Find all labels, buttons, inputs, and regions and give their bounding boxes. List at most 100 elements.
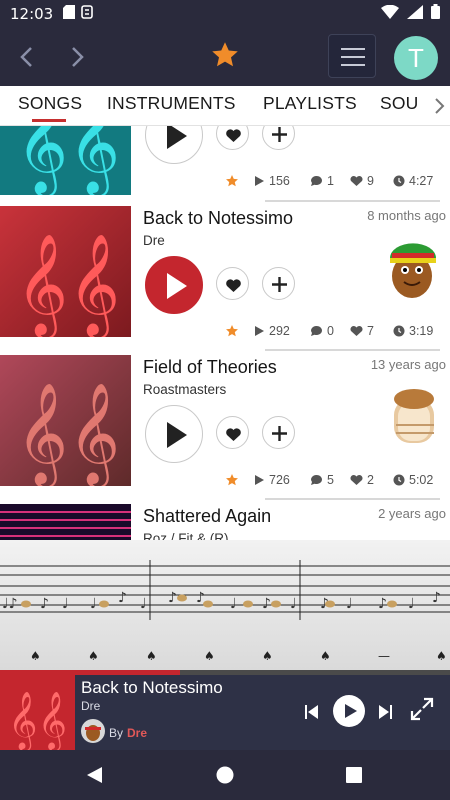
like-button[interactable] — [216, 126, 249, 150]
featured-star-icon — [225, 324, 239, 338]
likes-count: 9 — [350, 174, 374, 188]
list-item[interactable]: 𝄞𝄞 156 1 9 4:27 — [0, 126, 450, 198]
previous-button[interactable] — [300, 701, 322, 728]
heart-icon — [350, 325, 363, 336]
svg-text:♩: ♩ — [408, 596, 415, 612]
play-button[interactable] — [145, 126, 203, 164]
tab-bar: SONGS INSTRUMENTS PLAYLISTS SOU — [0, 86, 450, 126]
plays-count: 726 — [253, 473, 290, 487]
song-title[interactable]: Field of Theories — [143, 357, 277, 378]
menu-button[interactable] — [328, 34, 376, 78]
svg-text:𝄞𝄞: 𝄞𝄞 — [16, 232, 120, 337]
play-icon — [167, 126, 187, 149]
now-playing-cover[interactable]: 𝄞𝄞 — [0, 675, 75, 752]
song-thumbnail[interactable]: 𝄞𝄞 — [0, 206, 131, 337]
add-to-playlist-button[interactable] — [262, 126, 295, 150]
song-artist[interactable]: Roz / Fit & (R) — [143, 531, 229, 540]
fullscreen-icon — [410, 697, 434, 721]
svg-text:♩: ♩ — [62, 596, 69, 612]
system-home-button[interactable] — [215, 765, 235, 790]
svg-text:♠: ♠ — [146, 649, 157, 663]
song-artist[interactable]: Roastmasters — [143, 382, 226, 397]
now-playing-title[interactable]: Back to Notessimo — [81, 678, 223, 698]
duration-value: 5:02 — [409, 473, 434, 487]
chevron-right-icon — [435, 98, 445, 114]
duration: 4:27 — [393, 174, 433, 188]
svg-text:𝄞𝄞: 𝄞𝄞 — [16, 381, 120, 486]
tab-instruments[interactable]: INSTRUMENTS — [107, 93, 236, 114]
plays-value: 156 — [269, 174, 290, 188]
system-recents-button[interactable] — [345, 766, 363, 789]
heart-icon — [226, 279, 241, 292]
svg-text:♠: ♠ — [204, 649, 215, 663]
list-item[interactable]: 𝄞𝄞 Field of Theories 13 years ago Roastm… — [0, 355, 450, 497]
svg-text:♪: ♪ — [118, 590, 127, 606]
uploader-avatar[interactable] — [81, 719, 105, 746]
likes-value: 7 — [367, 324, 374, 338]
divider — [265, 498, 440, 500]
play-pause-button[interactable] — [332, 694, 366, 733]
comments-count: 5 — [310, 473, 334, 487]
svg-text:𝄞𝄞: 𝄞𝄞 — [8, 691, 67, 750]
add-to-playlist-button[interactable] — [262, 416, 295, 449]
svg-text:♩: ♩ — [230, 596, 237, 612]
svg-text:♩: ♩ — [140, 596, 147, 612]
svg-text:♪: ♪ — [432, 590, 441, 606]
tabs-scroll-right-button[interactable] — [428, 86, 450, 125]
tab-sounds[interactable]: SOU — [380, 93, 419, 114]
plus-icon — [272, 127, 287, 142]
expand-player-button[interactable] — [408, 695, 436, 728]
song-date: 2 years ago — [378, 506, 446, 521]
likes-value: 2 — [367, 473, 374, 487]
song-stats: 292 0 7 3:19 — [225, 324, 445, 342]
heart-icon — [350, 175, 363, 186]
svg-text:♪: ♪ — [378, 596, 387, 612]
now-playing-artist[interactable]: Dre — [81, 699, 100, 713]
chevron-left-icon — [20, 47, 32, 67]
svg-text:♩: ♩ — [90, 596, 97, 612]
song-art — [380, 385, 446, 451]
play-button[interactable] — [145, 256, 203, 314]
system-navigation-bar — [0, 750, 450, 800]
song-artist[interactable]: Dre — [143, 233, 165, 248]
tab-songs[interactable]: SONGS — [18, 93, 82, 114]
star-icon — [212, 42, 238, 67]
song-thumbnail[interactable]: 𝄞𝄞 — [0, 355, 131, 486]
comments-value: 1 — [327, 174, 334, 188]
play-count-icon — [255, 326, 264, 336]
plus-icon — [272, 426, 287, 441]
list-item[interactable]: 𝄞𝄞 Back to Notessimo 8 months ago Dre 29… — [0, 206, 450, 348]
back-button[interactable] — [10, 40, 44, 74]
likes-count: 7 — [350, 324, 374, 338]
list-item[interactable]: Shattered Again 2 years ago Roz / Fit & … — [0, 504, 450, 540]
song-thumbnail[interactable]: 𝄞𝄞 — [0, 126, 131, 195]
storage-icon — [81, 4, 94, 24]
svg-text:♩♪: ♩♪ — [2, 596, 18, 612]
tab-playlists[interactable]: PLAYLISTS — [263, 93, 357, 114]
next-button[interactable] — [375, 701, 397, 728]
add-to-playlist-button[interactable] — [262, 267, 295, 300]
play-button[interactable] — [145, 405, 203, 463]
uploader-name[interactable]: Dre — [127, 726, 147, 740]
status-bar: 12:03 — [0, 0, 450, 28]
system-back-button[interactable] — [84, 765, 104, 790]
song-stats: 156 1 9 4:27 — [225, 174, 445, 192]
likes-count: 2 — [350, 473, 374, 487]
favorites-button[interactable] — [210, 40, 240, 70]
song-title[interactable]: Shattered Again — [143, 506, 271, 527]
like-button[interactable] — [216, 267, 249, 300]
plays-value: 292 — [269, 324, 290, 338]
like-button[interactable] — [216, 416, 249, 449]
song-thumbnail[interactable] — [0, 504, 131, 540]
forward-button[interactable] — [60, 40, 94, 74]
mini-player[interactable]: 𝄞𝄞 Back to Notessimo Dre By Dre — [0, 675, 450, 752]
comment-icon — [311, 176, 322, 186]
score-view[interactable]: ♩♪ ♪ ♩ ♩ ♪ ♩ ♪ ♪ ♩ ♪ ♩ ♪ ♩ ♪ ♩ ♪ ♠ ♠ ♠ ♠… — [0, 540, 450, 676]
clock-icon — [393, 325, 405, 337]
song-list[interactable]: 𝄞𝄞 156 1 9 4:27 𝄞𝄞 Back to Notessimo 8 m… — [0, 126, 450, 540]
user-avatar[interactable]: T — [394, 36, 438, 80]
divider — [265, 200, 440, 202]
duration-value: 3:19 — [409, 324, 434, 338]
song-title[interactable]: Back to Notessimo — [143, 208, 293, 229]
svg-text:♠: ♠ — [88, 649, 99, 663]
